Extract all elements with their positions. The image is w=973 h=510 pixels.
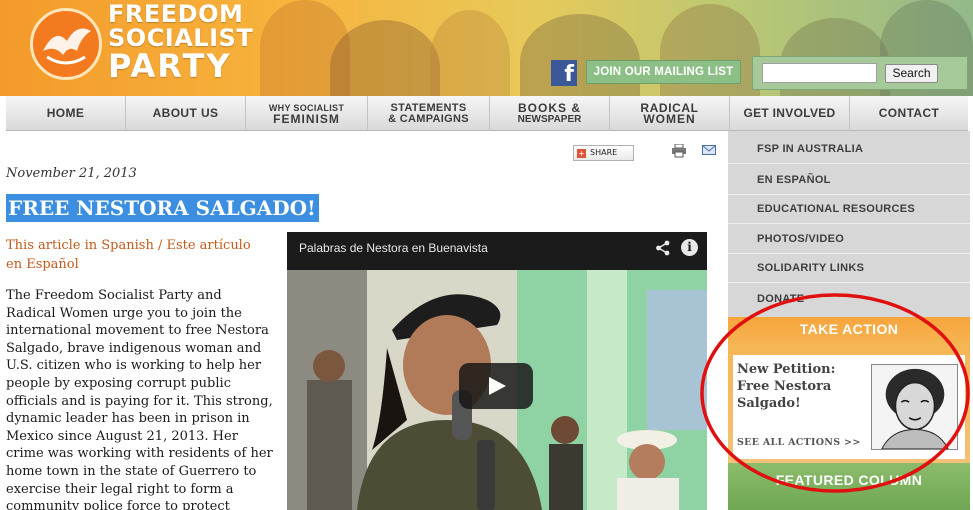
info-icon[interactable]: i — [681, 239, 698, 256]
featured-column-title: FEATURED COLUMN — [775, 472, 923, 488]
party-logo-icon[interactable] — [30, 8, 102, 80]
sidebar: FSP IN AUSTRALIA EN ESPAÑOL EDUCATIONAL … — [728, 131, 970, 317]
spanish-article-link[interactable]: This article in Spanish / Este artículo … — [6, 236, 268, 274]
search-button[interactable]: Search — [885, 64, 938, 83]
nav-label: HOME — [46, 106, 85, 120]
nav-label: FEMINISM — [273, 111, 340, 126]
facebook-icon[interactable]: f — [551, 60, 577, 86]
nav-radical-women[interactable]: RADICAL WOMEN — [610, 96, 730, 131]
site-header: FREEDOM SOCIALIST PARTY f JOIN OUR MAILI… — [0, 0, 973, 96]
take-action-title: TAKE ACTION — [799, 321, 899, 337]
banner-photo — [430, 10, 510, 96]
site-logo-text[interactable]: FREEDOM SOCIALIST PARTY — [108, 2, 253, 82]
share-icon[interactable] — [655, 240, 671, 256]
article-date: November 21, 2013 — [6, 166, 137, 181]
nav-label: GET INVOLVED — [743, 106, 836, 120]
sidebar-item-donate[interactable]: DONATE — [728, 284, 970, 314]
video-title[interactable]: Palabras de Nestora en Buenavista — [299, 241, 488, 255]
petition-photo[interactable] — [871, 364, 958, 450]
nav-statements-campaigns[interactable]: STATEMENTS & CAMPAIGNS — [368, 96, 490, 131]
featured-column-panel: FEATURED COLUMN — [728, 463, 970, 510]
sidebar-item-photos-video[interactable]: PHOTOS/VIDEO — [728, 224, 970, 254]
nav-why-socialist-feminism[interactable]: WHY SOCIALIST FEMINISM — [246, 96, 368, 131]
nav-books-newspaper[interactable]: BOOKS & NEWSPAPER — [490, 96, 610, 131]
nav-label-top: STATEMENTS — [390, 101, 467, 114]
sidebar-item-fsp-in-australia[interactable]: FSP IN AUSTRALIA — [728, 134, 970, 164]
logo-line-3: PARTY — [108, 47, 232, 85]
nav-label: CONTACT — [878, 106, 940, 120]
nav-label: & CAMPAIGNS — [388, 112, 469, 125]
nav-contact[interactable]: CONTACT — [850, 96, 968, 131]
action-card[interactable]: New Petition: Free Nestora Salgado! SEE … — [733, 355, 965, 459]
sidebar-item-en-espanol[interactable]: EN ESPAÑOL — [728, 165, 970, 195]
search-input[interactable] — [762, 63, 877, 83]
main-nav: HOME ABOUT US WHY SOCIALIST FEMINISM STA… — [6, 96, 968, 131]
nav-home[interactable]: HOME — [6, 96, 126, 131]
nav-label-top: BOOKS & — [517, 100, 581, 115]
play-icon[interactable] — [459, 363, 533, 409]
take-action-panel: TAKE ACTION New Petition: Free Nestora S… — [728, 317, 970, 463]
petition-title[interactable]: New Petition: Free Nestora Salgado! — [737, 361, 857, 412]
search-box: Search — [752, 56, 968, 90]
article-body: The Freedom Socialist Party and Radical … — [6, 288, 273, 510]
video-player[interactable]: Palabras de Nestora en Buenavista i — [287, 232, 707, 510]
print-icon[interactable] — [671, 144, 687, 158]
article-headline: FREE NESTORA SALGADO! — [6, 194, 319, 222]
join-mailing-list-button[interactable]: JOIN OUR MAILING LIST — [586, 60, 741, 84]
nav-about-us[interactable]: ABOUT US — [126, 96, 246, 131]
logo-line-1: FREEDOM — [108, 0, 244, 28]
sidebar-item-solidarity-links[interactable]: SOLIDARITY LINKS — [728, 253, 970, 283]
share-label: SHARE — [590, 148, 618, 157]
nav-label: NEWSPAPER — [517, 113, 582, 125]
see-all-actions-link[interactable]: SEE ALL ACTIONS >> — [737, 437, 861, 448]
nav-label: WOMEN — [643, 111, 696, 126]
email-icon[interactable] — [702, 145, 716, 155]
video-title-bar: Palabras de Nestora en Buenavista i — [287, 232, 707, 270]
plus-icon: + — [577, 149, 586, 158]
nav-label: ABOUT US — [152, 106, 219, 120]
nav-get-involved[interactable]: GET INVOLVED — [730, 96, 850, 131]
share-button[interactable]: + SHARE — [573, 145, 634, 161]
sidebar-item-educational-resources[interactable]: EDUCATIONAL RESOURCES — [728, 194, 970, 224]
